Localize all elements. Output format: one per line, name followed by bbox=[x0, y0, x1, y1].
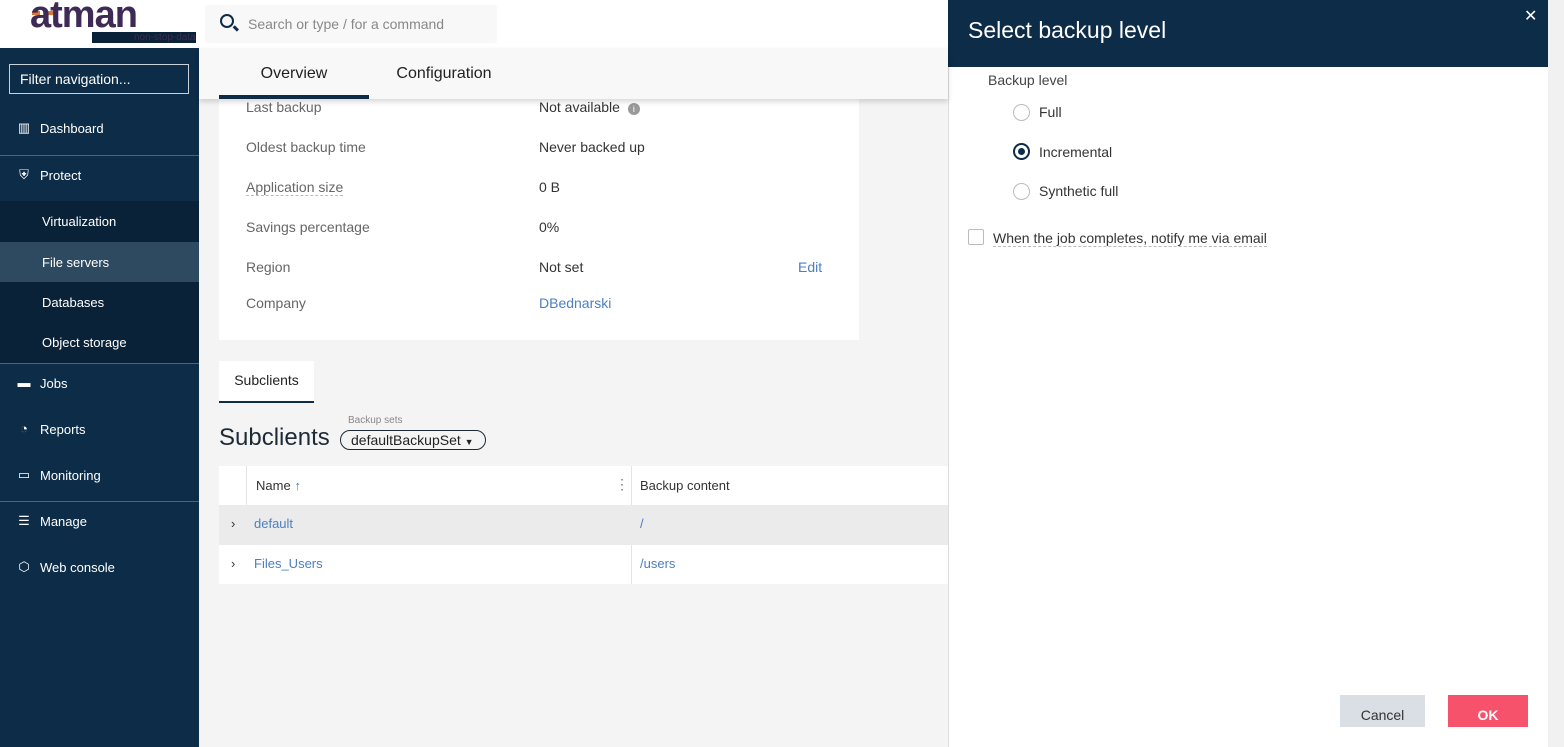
detail-label: Application size bbox=[246, 179, 344, 196]
detail-value: Not set bbox=[539, 259, 584, 275]
sidebar-item-object-storage[interactable]: Object storage bbox=[0, 322, 199, 363]
label: Manage bbox=[40, 513, 87, 529]
expand-chevron-icon[interactable]: › bbox=[231, 516, 235, 531]
search-placeholder: Search or type / for a command bbox=[248, 16, 445, 32]
table-row[interactable]: › default / bbox=[219, 505, 948, 545]
label: Monitoring bbox=[40, 467, 101, 483]
detail-label: Last backup bbox=[246, 99, 322, 115]
detail-label: Region bbox=[246, 259, 291, 275]
radio-incremental[interactable] bbox=[1013, 143, 1030, 160]
label: Web console bbox=[40, 559, 115, 575]
sidebar-item-reports[interactable]: ◔ Reports bbox=[0, 409, 199, 449]
subclients-table: Name ↑ ⋮ Backup content › default / › Fi… bbox=[219, 466, 948, 584]
info-icon[interactable]: i bbox=[627, 103, 640, 115]
sidebar-item-manage[interactable]: ☰ Manage bbox=[0, 501, 199, 541]
sidebar-item-databases[interactable]: Databases bbox=[0, 282, 199, 322]
sidebar-item-file-servers[interactable]: File servers bbox=[0, 242, 199, 282]
logo-tagline: non-stop-data bbox=[92, 32, 196, 43]
close-icon[interactable]: ✕ bbox=[1524, 6, 1537, 26]
notify-email-label[interactable]: When the job completes, notify me via em… bbox=[993, 230, 1267, 247]
column-header-backup-content[interactable]: Backup content bbox=[640, 466, 730, 505]
label: Reports bbox=[40, 421, 86, 437]
monitor-icon: ▭ bbox=[17, 467, 31, 482]
tab-subclients[interactable]: Subclients bbox=[219, 361, 314, 403]
detail-label: Oldest backup time bbox=[246, 139, 366, 155]
detail-label: Savings percentage bbox=[246, 219, 370, 235]
cancel-button[interactable]: Cancel bbox=[1340, 695, 1425, 727]
sidebar-item-monitoring[interactable]: ▭ Monitoring bbox=[0, 455, 199, 495]
detail-value: Not available i bbox=[539, 99, 640, 115]
label: Virtualization bbox=[42, 214, 117, 229]
backup-set-dropdown[interactable]: defaultBackupSet ▼ bbox=[340, 430, 486, 450]
sidebar-item-web-console[interactable]: ⬡ Web console bbox=[0, 547, 199, 587]
tab-bar: Overview Configuration bbox=[199, 48, 948, 99]
caret-down-icon: ▼ bbox=[464, 437, 474, 447]
column-header-name[interactable]: Name ↑ bbox=[256, 466, 301, 505]
filter-navigation-input[interactable]: Filter navigation... bbox=[9, 64, 189, 94]
sidebar: Filter navigation... ▥ Dashboard ⛨ Protect… bbox=[0, 48, 199, 747]
subclient-name-link[interactable]: default bbox=[254, 516, 293, 531]
detail-label: Company bbox=[246, 295, 306, 311]
company-link[interactable]: DBednarski bbox=[539, 295, 611, 311]
last-backup-value: Not available bbox=[539, 99, 620, 115]
logo[interactable]: atman non-stop-data bbox=[0, 0, 199, 48]
briefcase-icon: ▬ bbox=[17, 375, 31, 390]
column-menu-icon[interactable]: ⋮ bbox=[615, 476, 629, 493]
edit-region-link[interactable]: Edit bbox=[798, 259, 822, 275]
header-label: Name bbox=[256, 478, 291, 493]
radio-synthetic-full[interactable] bbox=[1013, 183, 1030, 200]
detail-value: Never backed up bbox=[539, 139, 645, 155]
label: Protect bbox=[40, 167, 82, 183]
scrollbar[interactable] bbox=[1548, 0, 1564, 747]
search-input[interactable]: Search or type / for a command bbox=[205, 5, 497, 43]
tab-configuration[interactable]: Configuration bbox=[369, 48, 519, 99]
backup-content: /users bbox=[640, 556, 676, 571]
radio-label-full[interactable]: Full bbox=[1039, 104, 1062, 120]
backup-set-value: defaultBackupSet bbox=[351, 432, 461, 448]
reports-icon: ◔ bbox=[20, 421, 28, 436]
backup-level-label: Backup level bbox=[988, 72, 1068, 88]
detail-value: 0 B bbox=[539, 179, 561, 195]
sort-ascending-icon: ↑ bbox=[294, 478, 301, 493]
radio-full[interactable] bbox=[1013, 104, 1030, 121]
sidebar-item-dashboard[interactable]: ▥ Dashboard bbox=[0, 108, 199, 148]
dashboard-icon: ▥ bbox=[17, 120, 31, 135]
shield-icon: ⛨ bbox=[19, 167, 29, 182]
radio-label-synthetic-full[interactable]: Synthetic full bbox=[1039, 183, 1118, 199]
ok-button[interactable]: OK bbox=[1448, 695, 1528, 727]
label: Object storage bbox=[42, 335, 127, 350]
sidebar-item-protect[interactable]: ⛨ Protect bbox=[0, 155, 199, 195]
radio-label-incremental[interactable]: Incremental bbox=[1039, 144, 1112, 160]
label: Dashboard bbox=[40, 120, 104, 136]
sidebar-item-jobs[interactable]: ▬ Jobs bbox=[0, 363, 199, 403]
notify-email-checkbox[interactable] bbox=[968, 229, 984, 245]
detail-value: 0% bbox=[539, 219, 560, 235]
subclient-name-link[interactable]: Files_Users bbox=[254, 556, 323, 571]
label: Databases bbox=[42, 294, 105, 310]
expand-chevron-icon[interactable]: › bbox=[231, 556, 235, 571]
label: Jobs bbox=[40, 375, 68, 391]
table-row[interactable]: › Files_Users /users bbox=[219, 545, 948, 585]
sidebar-item-virtualization[interactable]: Virtualization bbox=[0, 201, 199, 242]
cube-icon: ⬡ bbox=[18, 559, 30, 574]
tab-overview[interactable]: Overview bbox=[219, 48, 369, 99]
label: File servers bbox=[42, 254, 110, 270]
panel-title: Select backup level bbox=[968, 17, 1167, 43]
details-card: Last backup Not available i Oldest backu… bbox=[219, 90, 859, 340]
backup-content: / bbox=[640, 516, 644, 531]
subclients-title: Subclients bbox=[219, 424, 330, 451]
search-icon bbox=[220, 14, 234, 28]
sliders-icon: ☰ bbox=[18, 513, 30, 528]
backup-sets-label: Backup sets bbox=[348, 415, 403, 426]
